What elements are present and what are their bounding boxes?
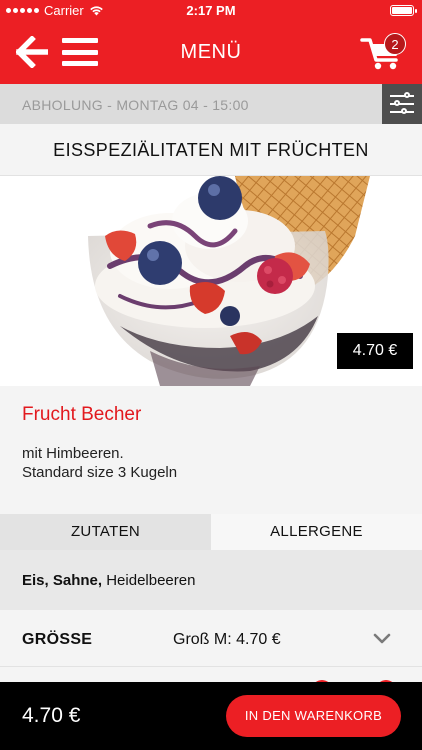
tab-allergens[interactable]: ALLERGENE [211, 514, 422, 550]
size-value[interactable]: Groß M: 4.70 € [173, 631, 281, 649]
description-line: mit Himbeeren. [22, 445, 124, 462]
ingredients-rest: Heidelbeeren [106, 572, 196, 589]
pickup-bar[interactable]: ABHOLUNG - MONTAG 04 - 15:00 [0, 84, 422, 124]
status-bar: Carrier 2:17 PM [0, 0, 422, 22]
sliders-icon [390, 95, 414, 97]
product-description: mit Himbeeren. Standard size 3 Kugeln [22, 444, 177, 482]
size-label: GRÖSSE [22, 631, 93, 648]
pickup-time-text: ABHOLUNG - MONTAG 04 - 15:00 [22, 97, 249, 113]
status-time: 2:17 PM [186, 3, 236, 18]
filter-button[interactable] [382, 84, 422, 124]
add-to-cart-button[interactable]: IN DEN WARENKORB [226, 695, 401, 737]
ingredients-text: Eis, Sahne, Heidelbeeren [22, 572, 195, 589]
total-price: 4.70 € [22, 704, 81, 727]
ingredients-bold: Eis, Sahne, [22, 572, 103, 589]
tab-ingredients[interactable]: ZUTATEN [0, 514, 211, 550]
page-title: MENÜ [180, 41, 242, 63]
chevron-down-icon[interactable] [372, 631, 392, 647]
battery-icon [390, 5, 417, 16]
category-title: EISSPEZIÄLITATEN MIT FRÜCHTEN [0, 124, 422, 176]
price-tag: 4.70 € [337, 333, 413, 369]
description-line: Standard size 3 Kugeln [22, 464, 178, 481]
product-name: Frucht Becher [22, 404, 142, 425]
cart-count-badge[interactable]: 2 [384, 33, 406, 55]
